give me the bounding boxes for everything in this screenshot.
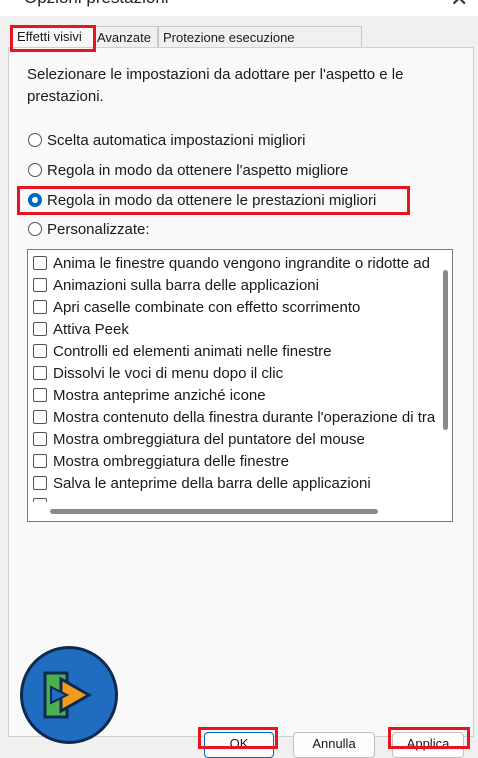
radio-button[interactable] bbox=[28, 222, 42, 236]
tab-avanzate[interactable]: Avanzate bbox=[92, 26, 158, 48]
radio-button[interactable] bbox=[28, 133, 42, 147]
visual-effects-list[interactable]: Anima le finestre quando vengono ingrand… bbox=[27, 249, 453, 522]
list-item-label: Mostra contenuto della finestra durante … bbox=[53, 408, 435, 426]
checkbox[interactable] bbox=[33, 256, 47, 270]
list-item[interactable]: Animazioni sulla barra delle applicazion… bbox=[33, 274, 319, 296]
radio-option-auto[interactable]: Scelta automatica impostazioni migliori bbox=[28, 130, 305, 150]
radio-option-custom[interactable]: Personalizzate: bbox=[28, 219, 150, 239]
list-item[interactable]: Apri caselle combinate con effetto scorr… bbox=[33, 296, 360, 318]
highlight-box-radio bbox=[17, 186, 410, 215]
window-title: Opzioni prestazioni bbox=[24, 0, 169, 8]
horizontal-scrollbar-thumb[interactable] bbox=[50, 509, 378, 514]
radio-label: Regola in modo da ottenere l'aspetto mig… bbox=[47, 161, 349, 179]
list-item-label: Apri caselle combinate con effetto scorr… bbox=[53, 298, 361, 316]
checkbox[interactable] bbox=[33, 278, 47, 292]
watermark-logo bbox=[20, 646, 118, 744]
list-item-label: Animazioni sulla barra delle applicazion… bbox=[53, 276, 319, 294]
tab-protezione-esecuzione-programmi[interactable]: Protezione esecuzione programmi bbox=[158, 26, 362, 67]
list-item[interactable]: Mostra anteprime anziché icone bbox=[33, 384, 266, 406]
list-viewport: Anima le finestre quando vengono ingrand… bbox=[28, 250, 435, 502]
vertical-scrollbar-thumb[interactable] bbox=[443, 270, 448, 430]
highlight-box-tab bbox=[10, 25, 96, 52]
checkbox[interactable] bbox=[33, 388, 47, 402]
list-item-label: Controlli ed elementi animati nelle fine… bbox=[53, 342, 332, 360]
radio-label: Personalizzate: bbox=[47, 220, 150, 238]
highlight-box-ok bbox=[198, 727, 278, 749]
radio-label: Scelta automatica impostazioni migliori bbox=[47, 131, 306, 149]
list-item-label: Attiva Peek bbox=[53, 320, 129, 338]
list-item[interactable]: Attiva Peek bbox=[33, 318, 129, 340]
checkbox[interactable] bbox=[33, 300, 47, 314]
list-item[interactable]: Salva le anteprime della barra delle app… bbox=[33, 472, 371, 494]
list-item-label: Anima le finestre quando vengono ingrand… bbox=[53, 254, 435, 272]
list-item[interactable]: Controlli ed elementi animati nelle fine… bbox=[33, 340, 331, 362]
list-item[interactable] bbox=[33, 494, 53, 502]
list-item-label: Dissolvi le voci di menu dopo il clic bbox=[53, 364, 284, 382]
description-text: Selezionare le impostazioni da adottare … bbox=[27, 66, 404, 105]
horizontal-scrollbar[interactable] bbox=[28, 502, 452, 521]
close-icon[interactable]: ✕ bbox=[450, 0, 468, 12]
list-item-label: Mostra ombreggiatura del puntatore del m… bbox=[53, 430, 365, 448]
radio-option-best-appearance[interactable]: Regola in modo da ottenere l'aspetto mig… bbox=[28, 160, 348, 180]
list-item-label: Salva le anteprime della barra delle app… bbox=[53, 474, 371, 492]
checkbox[interactable] bbox=[33, 322, 47, 336]
checkbox[interactable] bbox=[33, 476, 47, 490]
title-bar: Opzioni prestazioni ✕ bbox=[0, 0, 478, 16]
list-item[interactable]: Mostra ombreggiatura delle finestre bbox=[33, 450, 289, 472]
list-item-label: Mostra anteprime anziché icone bbox=[53, 386, 266, 404]
highlight-box-apply bbox=[388, 727, 470, 749]
list-item-label: Mostra ombreggiatura delle finestre bbox=[53, 452, 289, 470]
logo-icon bbox=[43, 671, 93, 719]
list-item[interactable]: Dissolvi le voci di menu dopo il clic bbox=[33, 362, 283, 384]
checkbox[interactable] bbox=[33, 344, 47, 358]
list-item[interactable]: Mostra contenuto della finestra durante … bbox=[33, 406, 435, 428]
checkbox[interactable] bbox=[33, 454, 47, 468]
list-item[interactable]: Mostra ombreggiatura del puntatore del m… bbox=[33, 428, 365, 450]
checkbox[interactable] bbox=[33, 432, 47, 446]
radio-button[interactable] bbox=[28, 163, 42, 177]
vertical-scrollbar[interactable] bbox=[437, 250, 452, 502]
checkbox[interactable] bbox=[33, 410, 47, 424]
cancel-button[interactable]: Annulla bbox=[293, 732, 375, 758]
list-item[interactable]: Anima le finestre quando vengono ingrand… bbox=[33, 252, 435, 274]
checkbox[interactable] bbox=[33, 366, 47, 380]
